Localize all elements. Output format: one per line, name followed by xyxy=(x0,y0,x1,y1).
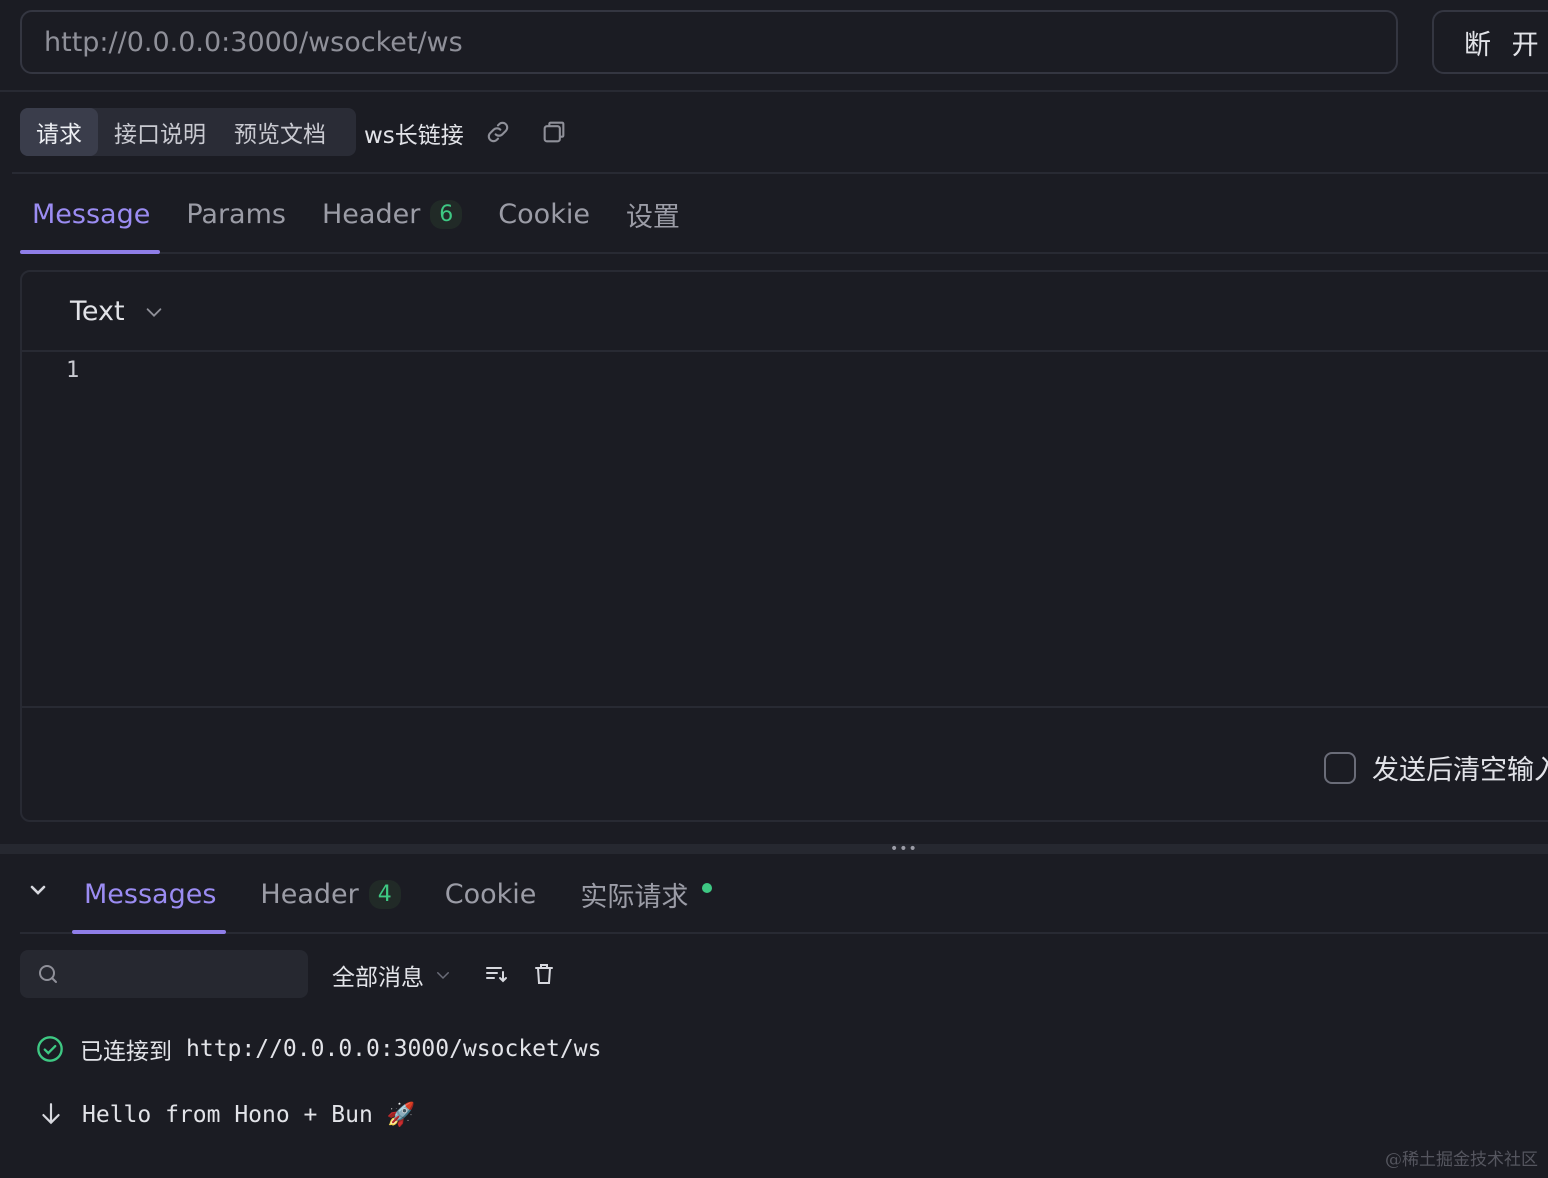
tab-messages-label: Messages xyxy=(84,878,217,910)
endpoint-name[interactable]: ws长链接 xyxy=(364,116,464,150)
active-tab-indicator xyxy=(72,930,226,934)
received-message: Hello from Hono + Bun 🚀 xyxy=(82,1101,416,1128)
divider xyxy=(160,252,1548,254)
check-circle-icon xyxy=(36,1035,64,1063)
divider xyxy=(22,706,1548,708)
tab-preview-doc-label: 预览文档 xyxy=(234,122,326,148)
tab-header-label: Header xyxy=(321,198,421,230)
tab-actual-request[interactable]: 实际请求 xyxy=(580,870,713,918)
url-input[interactable]: http://0.0.0.0:3000/wsocket/ws xyxy=(20,10,1398,74)
connected-prefix: 已连接到 xyxy=(80,1039,172,1065)
disconnect-button[interactable]: 断 开 xyxy=(1432,10,1548,74)
format-select[interactable]: Text xyxy=(70,296,165,327)
tab-response-header-label: Header xyxy=(260,878,359,910)
link-icon[interactable] xyxy=(484,118,512,146)
tab-response-cookie[interactable]: Cookie xyxy=(445,870,537,918)
doc-tabs: 请求 接口说明 预览文档 xyxy=(20,108,356,156)
tab-api-description-label: 接口说明 xyxy=(114,122,206,148)
tab-request[interactable]: 请求 xyxy=(20,108,98,156)
tab-api-description[interactable]: 接口说明 xyxy=(100,112,220,152)
message-filter-select[interactable]: 全部消息 xyxy=(332,958,452,992)
active-tab-indicator xyxy=(20,250,160,254)
clear-after-send-checkbox[interactable] xyxy=(1324,751,1356,784)
tab-request-label: 请求 xyxy=(36,122,82,148)
request-tabs: Message Params Header 6 Cookie 设置 xyxy=(20,190,716,238)
sort-icon[interactable] xyxy=(484,962,508,986)
tab-cookie[interactable]: Cookie xyxy=(498,190,590,238)
tab-preview-doc[interactable]: 预览文档 xyxy=(220,112,340,152)
tab-message[interactable]: Message xyxy=(32,190,150,238)
tab-settings-label: 设置 xyxy=(625,201,680,233)
tab-params[interactable]: Params xyxy=(186,190,286,238)
search-input[interactable] xyxy=(20,950,308,998)
watermark: @稀土掘金技术社区 xyxy=(1385,1150,1538,1170)
log-row-received[interactable]: Hello from Hono + Bun 🚀 xyxy=(36,1100,415,1128)
divider xyxy=(226,932,1548,934)
copy-icon[interactable] xyxy=(540,118,568,146)
clear-after-send-label: 发送后清空输入 xyxy=(1372,755,1548,786)
arrow-down-icon xyxy=(38,1100,64,1128)
status-dot xyxy=(702,883,713,893)
connected-url: http://0.0.0.0:3000/wsocket/ws xyxy=(186,1036,602,1062)
search-icon xyxy=(36,962,60,986)
tab-cookie-label: Cookie xyxy=(498,198,590,230)
tab-settings[interactable]: 设置 xyxy=(626,190,680,238)
drag-handle-icon[interactable]: ••• xyxy=(890,842,918,856)
response-header-count-badge: 4 xyxy=(368,879,401,909)
divider xyxy=(12,172,1548,174)
tab-response-cookie-label: Cookie xyxy=(444,878,537,910)
divider xyxy=(20,932,72,934)
divider xyxy=(0,90,1548,92)
format-select-label: Text xyxy=(70,296,125,327)
tab-messages[interactable]: Messages xyxy=(84,870,216,918)
tab-header[interactable]: Header 6 xyxy=(321,190,463,238)
app-window: http://0.0.0.0:3000/wsocket/ws 断 开 请求 接口… xyxy=(0,0,1548,1178)
clear-after-send-option[interactable]: 发送后清空输入 xyxy=(1324,748,1548,787)
chevron-down-icon xyxy=(143,301,165,323)
chevron-down-icon xyxy=(434,966,452,984)
disconnect-label: 断 开 xyxy=(1464,29,1545,61)
tab-response-header[interactable]: Header 4 xyxy=(260,870,401,918)
message-filter-label: 全部消息 xyxy=(332,965,424,991)
message-editor-panel: Text 1 发送后清空输入 xyxy=(20,270,1548,822)
tab-params-label: Params xyxy=(186,198,286,230)
line-number: 1 xyxy=(66,358,80,383)
tab-actual-request-label: 实际请求 xyxy=(580,881,689,913)
collapse-icon[interactable] xyxy=(26,878,50,906)
panel-splitter[interactable] xyxy=(0,844,1548,854)
log-row-connected[interactable]: 已连接到 http://0.0.0.0:3000/wsocket/ws xyxy=(36,1032,601,1066)
url-text: http://0.0.0.0:3000/wsocket/ws xyxy=(44,26,463,58)
header-count-badge: 6 xyxy=(430,199,463,229)
code-area[interactable] xyxy=(112,354,1548,704)
editor-toolbar: Text xyxy=(22,272,1548,352)
response-tabs: Messages Header 4 Cookie 实际请求 xyxy=(84,870,756,918)
trash-icon[interactable] xyxy=(532,962,556,986)
tab-message-label: Message xyxy=(32,198,151,230)
